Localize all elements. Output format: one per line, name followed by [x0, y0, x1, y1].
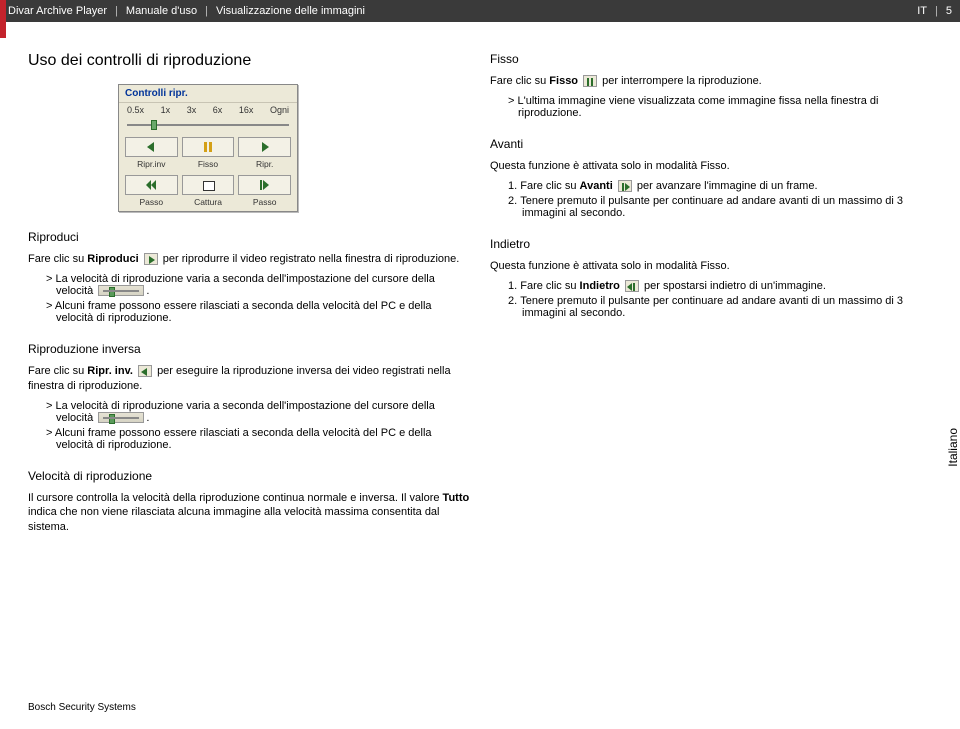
- btn-label: Ripr.inv: [125, 159, 178, 169]
- btn-label: Ripr.: [238, 159, 291, 169]
- step-forward-icon: [618, 180, 632, 192]
- btn-label: Passo: [238, 197, 291, 207]
- right-column: Fisso Fare clic su Fisso per interromper…: [490, 52, 932, 539]
- speed-label: 0.5x: [127, 105, 144, 115]
- panel-title: Controlli ripr.: [119, 85, 297, 103]
- speed-slider[interactable]: [127, 119, 289, 131]
- separator: |: [935, 5, 938, 17]
- speed-label: 1x: [161, 105, 171, 115]
- header-product: Divar Archive Player: [8, 5, 107, 17]
- avanti-mode: Questa funzione è attivata solo in modal…: [490, 159, 932, 174]
- section-heading-riproduci: Riproduci: [28, 230, 470, 244]
- playback-controls-panel: Controlli ripr. 0.5x 1x 3x 6x 16x Ogni R…: [118, 84, 298, 212]
- pause-icon: [583, 75, 597, 87]
- header-page: 5: [946, 5, 952, 17]
- reverse-play-button[interactable]: [125, 137, 178, 157]
- section-heading-fisso: Fisso: [490, 52, 932, 66]
- fisso-notes: L'ultima immagine viene visualizzata com…: [508, 95, 932, 119]
- reverse-play-icon: [138, 365, 152, 377]
- step-back-button[interactable]: [125, 175, 178, 195]
- fisso-text: Fare clic su Fisso per interrompere la r…: [490, 74, 932, 89]
- left-column: Uso dei controlli di riproduzione Contro…: [28, 52, 470, 539]
- step-forward-button[interactable]: [238, 175, 291, 195]
- inversa-text: Fare clic su Ripr. inv. per eseguire la …: [28, 364, 470, 394]
- speed-label: 6x: [213, 105, 223, 115]
- riproduci-notes: La velocità di riproduzione varia a seco…: [46, 273, 470, 324]
- speed-slider-icon: [98, 285, 144, 296]
- section-heading-inversa: Riproduzione inversa: [28, 342, 470, 356]
- header-section: Visualizzazione delle immagini: [216, 5, 365, 17]
- separator: |: [115, 5, 118, 17]
- pause-button[interactable]: [182, 137, 235, 157]
- section-heading-avanti: Avanti: [490, 137, 932, 151]
- speed-label: 3x: [187, 105, 197, 115]
- language-tab: Italiano: [946, 428, 960, 467]
- header-doc: Manuale d'uso: [126, 5, 197, 17]
- riproduci-text: Fare clic su Riproduci per riprodurre il…: [28, 252, 470, 267]
- btn-label: Cattura: [182, 197, 235, 207]
- indietro-steps: 1. Fare clic su Indietro per spostarsi i…: [508, 280, 932, 319]
- speed-slider-icon: [98, 412, 144, 423]
- speed-label: 16x: [239, 105, 254, 115]
- avanti-steps: 1. Fare clic su Avanti per avanzare l'im…: [508, 180, 932, 219]
- accent-bar: [0, 0, 6, 38]
- header-lang: IT: [917, 5, 927, 17]
- page-title: Uso dei controlli di riproduzione: [28, 52, 470, 70]
- play-button[interactable]: [238, 137, 291, 157]
- section-heading-velocita: Velocità di riproduzione: [28, 469, 470, 483]
- step-back-icon: [625, 280, 639, 292]
- velocita-text: Il cursore controlla la velocità della r…: [28, 491, 470, 536]
- play-icon: [144, 253, 158, 265]
- header-bar: Divar Archive Player | Manuale d'uso | V…: [0, 0, 960, 22]
- inversa-notes: La velocità di riproduzione varia a seco…: [46, 400, 470, 451]
- capture-button[interactable]: [182, 175, 235, 195]
- btn-label: Passo: [125, 197, 178, 207]
- separator: |: [205, 5, 208, 17]
- btn-label: Fisso: [182, 159, 235, 169]
- speed-label: Ogni: [270, 105, 289, 115]
- section-heading-indietro: Indietro: [490, 237, 932, 251]
- footer-brand: Bosch Security Systems: [28, 702, 136, 713]
- indietro-mode: Questa funzione è attivata solo in modal…: [490, 259, 932, 274]
